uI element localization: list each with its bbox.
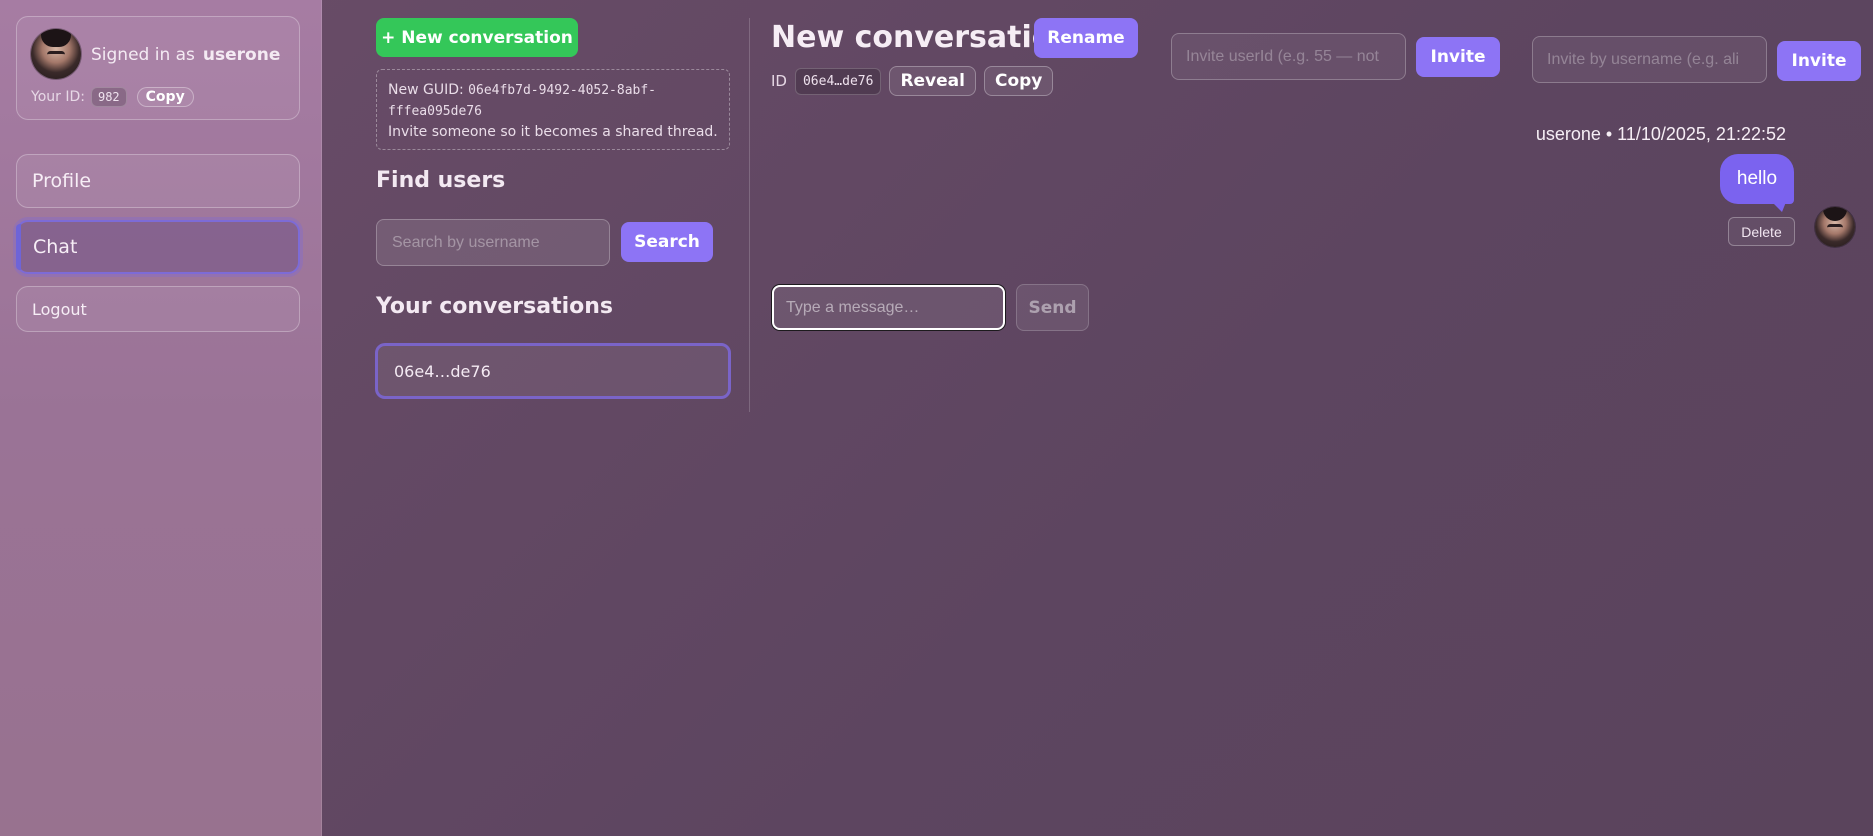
conversation-title: New conversation — [771, 20, 1074, 55]
user-avatar — [31, 29, 81, 79]
user-id-value: 982 — [90, 87, 127, 107]
invite-by-username-button[interactable]: Invite — [1777, 41, 1861, 81]
message-meta: userone • 11/10/2025, 21:22:52 — [1535, 124, 1786, 144]
conversation-item[interactable]: 06e4…de76 — [375, 343, 731, 399]
invite-username-input[interactable] — [1532, 36, 1767, 83]
signed-in-username: userone — [202, 45, 281, 65]
invite-by-userid-button[interactable]: Invite — [1416, 37, 1500, 77]
nav-item-profile[interactable]: Profile — [16, 154, 300, 208]
sidebar: Signed in as userone Your ID: 982 Copy Pr… — [0, 0, 322, 836]
message-avatar — [1815, 207, 1855, 247]
delete-message-button[interactable]: Delete — [1728, 217, 1795, 246]
nav-item-logout[interactable]: Logout — [16, 286, 300, 332]
new-guid-notice: New GUID: 06e4fb7d-9492-4052-8abf-fffea0… — [376, 69, 730, 150]
user-id-label: Your ID: — [31, 89, 85, 105]
rename-button[interactable]: Rename — [1034, 18, 1138, 58]
message-bubble: hello — [1720, 154, 1794, 212]
guid-prefix: New GUID: — [388, 82, 464, 98]
signed-in-text: Signed in as userone — [91, 45, 280, 65]
copy-user-id-button[interactable]: Copy — [136, 87, 194, 107]
invite-userid-input[interactable] — [1171, 33, 1406, 80]
search-button[interactable]: Search — [621, 222, 713, 262]
signed-in-label: Signed in as — [91, 45, 195, 65]
conversations-heading: Your conversations — [376, 294, 613, 319]
new-conversation-button[interactable]: + New conversation — [376, 18, 578, 57]
user-search-input[interactable] — [376, 219, 610, 266]
find-users-heading: Find users — [376, 168, 506, 193]
send-button[interactable]: Send — [1016, 284, 1089, 331]
nav-item-chat[interactable]: Chat — [16, 220, 300, 274]
user-card: Signed in as userone Your ID: 982 Copy — [16, 16, 300, 120]
guid-hint: Invite someone so it becomes a shared th… — [388, 124, 718, 140]
message-input[interactable] — [772, 285, 1005, 330]
user-id-row: Your ID: 982 Copy — [31, 87, 194, 107]
conversation-id-label: ID — [771, 72, 787, 90]
column-divider — [749, 18, 750, 412]
conversation-id-value: 06e4…de76 — [794, 67, 882, 95]
conversation-id-row: ID 06e4…de76 Reveal Copy — [771, 66, 1054, 96]
reveal-id-button[interactable]: Reveal — [889, 66, 976, 96]
copy-id-button[interactable]: Copy — [983, 66, 1054, 96]
